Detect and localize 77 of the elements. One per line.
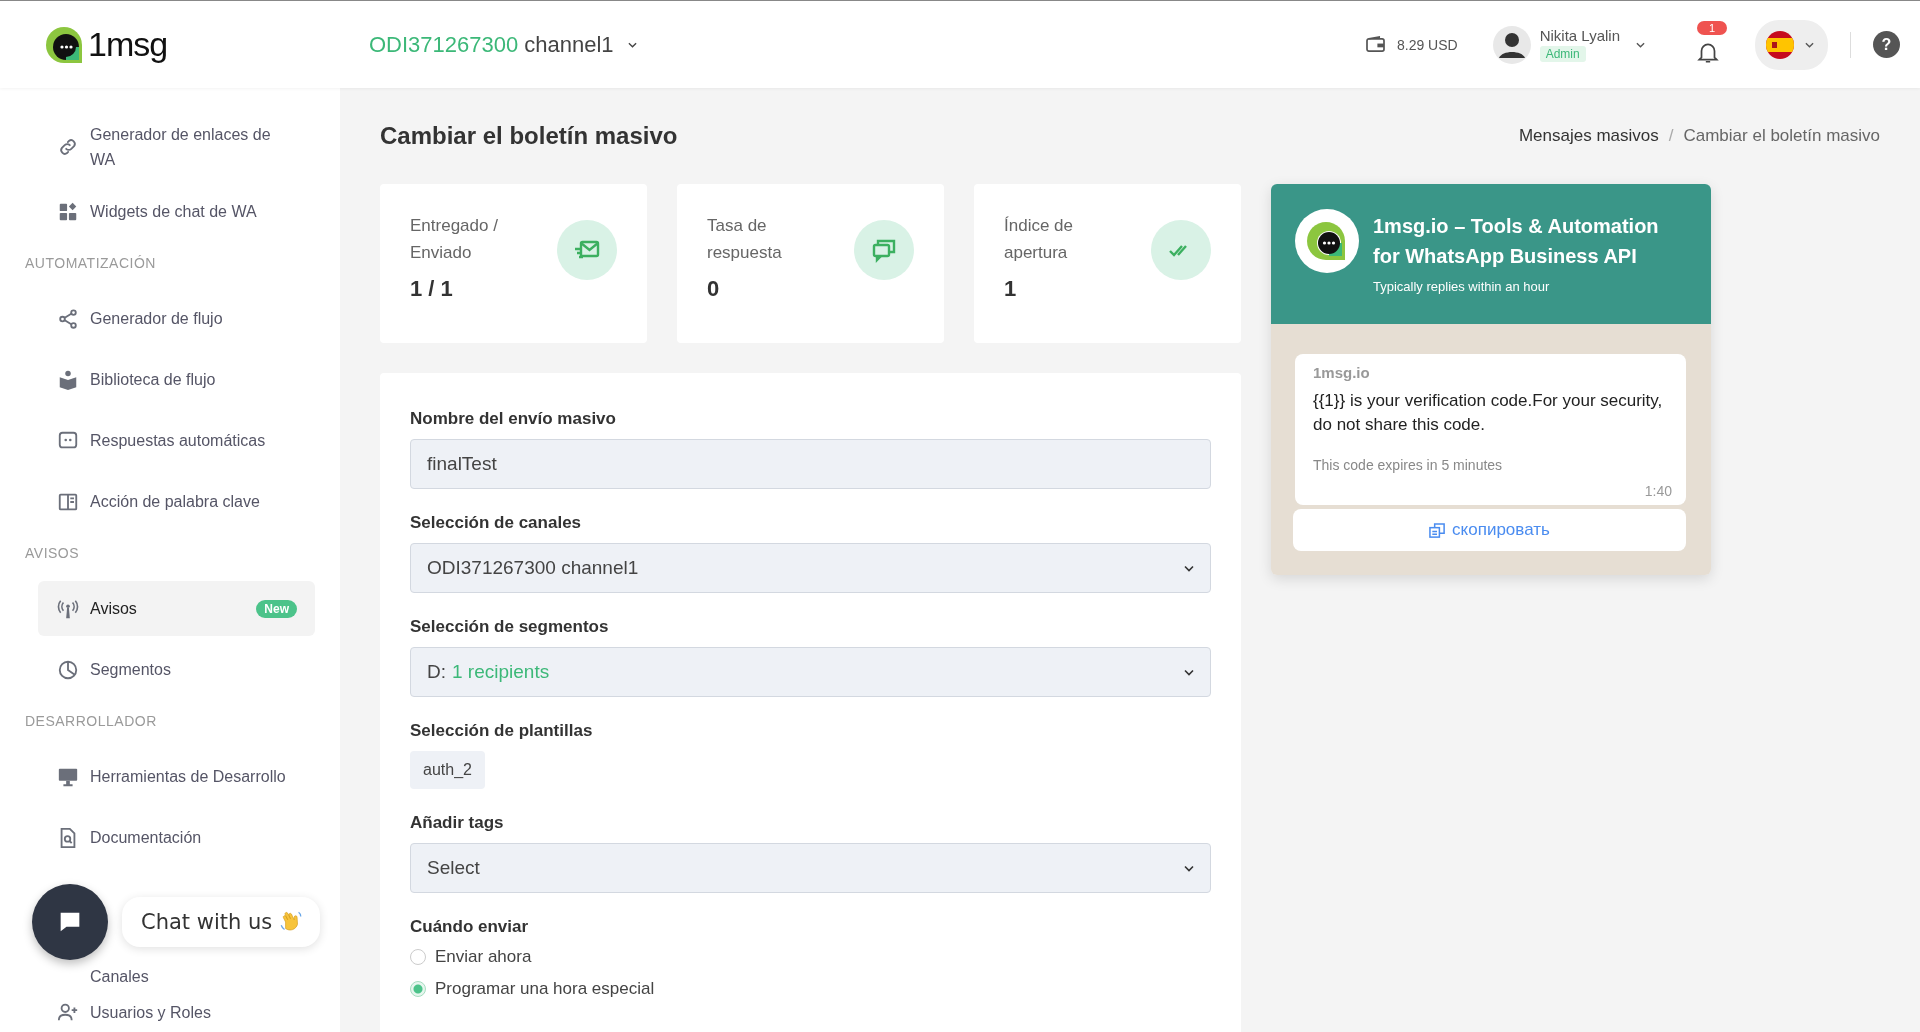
field-label: Nombre del envío masivo — [410, 409, 617, 429]
sidebar-item[interactable]: Usuarios y Roles — [38, 997, 315, 1027]
page-title: Cambiar el boletín masivo — [380, 122, 678, 150]
section-heading: AVISOS — [24, 544, 81, 563]
user-name[interactable]: Nikita Lyalin — [1539, 27, 1620, 44]
caret-icon[interactable] — [1636, 41, 1645, 48]
breadcrumb-item[interactable]: Mensajes masivos — [1518, 126, 1659, 146]
sidebar-item[interactable]: Herramientas de Desarrollo — [38, 749, 315, 804]
select-field[interactable]: D: 1 recipients — [410, 647, 1211, 697]
envelope-icon — [557, 220, 617, 280]
field-label: Cuándo enviar — [410, 917, 530, 937]
add-user-icon — [57, 1001, 79, 1023]
radio-button[interactable] — [410, 981, 426, 997]
stat-value: 0 — [707, 276, 721, 302]
sidebar-item[interactable]: Avisos New — [38, 581, 315, 636]
sidebar-item[interactable]: Documentación — [38, 810, 315, 865]
breadcrumb-separator: / — [1668, 126, 1674, 146]
stat-value: 1 — [1004, 276, 1018, 302]
preview-subtitle: Typically replies within an hour — [1373, 279, 1551, 294]
pie-chart-icon — [57, 658, 79, 681]
stat-label: Índice de apertura — [1004, 215, 1074, 264]
help-button[interactable]: ? — [1873, 31, 1900, 58]
wallet-icon — [1366, 36, 1385, 53]
message-text: {{1}} is your verification code.For your security, do not share this code. — [1313, 390, 1664, 436]
balance-text: 8.29 USD — [1397, 36, 1458, 53]
input-field[interactable]: finalTest — [410, 439, 1211, 489]
field-label: Selección de segmentos — [410, 617, 610, 637]
radio-label[interactable]: Enviar ahora — [435, 947, 532, 967]
sidebar-item[interactable]: Segmentos — [38, 642, 315, 697]
sidebar-item[interactable]: Biblioteca de flujo — [38, 352, 315, 407]
message-time: 1:40 — [1644, 483, 1672, 499]
select-field[interactable]: Select — [410, 843, 1211, 893]
sidebar-item[interactable]: Canales — [38, 961, 315, 991]
language-switcher[interactable] — [1755, 19, 1828, 70]
chevron-icon — [1184, 864, 1194, 872]
select-field[interactable]: ODI371267300 channel1 — [410, 543, 1211, 593]
section-heading: DESARROLLADOR — [24, 712, 158, 731]
chat-bubbles-icon — [854, 220, 914, 280]
new-badge: New — [256, 599, 297, 618]
stat-label: Entregado / Enviado — [410, 215, 499, 264]
stat-label: Tasa de respuesta — [707, 215, 783, 264]
channel-switcher[interactable]: ODI371267300 channel1 — [369, 31, 637, 58]
logo-icon — [1295, 209, 1359, 273]
message-footer: This code expires in 5 minutes — [1313, 457, 1672, 473]
caret-icon — [1805, 41, 1814, 48]
template-chip[interactable]: auth_2 — [410, 751, 485, 789]
sidebar-item[interactable]: Acción de palabra clave — [38, 474, 315, 529]
sidebar-item[interactable]: Respuestas automáticas — [38, 413, 315, 468]
radio-label[interactable]: Programar una hora especial — [435, 979, 655, 999]
section-heading: AUTOMATIZACIÓN — [24, 254, 157, 273]
link-icon — [57, 136, 79, 158]
double-check-icon — [1151, 220, 1211, 280]
copy-icon — [1429, 521, 1447, 539]
field-label: Selección de canales — [410, 513, 583, 533]
chat-launcher-button[interactable] — [32, 884, 108, 960]
chevron-icon — [1184, 668, 1194, 676]
sidebar-item[interactable]: Widgets de chat de WA — [38, 184, 315, 239]
flag-icon — [1765, 29, 1795, 60]
avatar-icon — [1491, 24, 1532, 65]
book-icon — [57, 368, 79, 391]
caret-icon — [627, 41, 637, 48]
logo-text: 1msg — [88, 25, 168, 64]
notification-count: 1 — [1697, 20, 1728, 35]
logo-icon — [44, 24, 84, 65]
grid-icon — [57, 200, 79, 223]
field-label: Selección de plantillas — [410, 721, 594, 741]
stat-value: 1 / 1 — [410, 276, 454, 302]
breadcrumb-item: Cambiar el boletín masivo — [1683, 126, 1880, 146]
chevron-icon — [1184, 564, 1194, 572]
share-icon — [57, 307, 79, 330]
preview-title: 1msg.io – Tools & Automation for WhatsApp Business API — [1373, 214, 1660, 269]
sidebar-item[interactable]: Generador de enlaces de WA — [38, 116, 315, 178]
field-label: Añadir tags — [410, 813, 505, 833]
sidebar-item[interactable]: Generador de flujo — [38, 291, 315, 346]
chat-with-us-button[interactable]: Chat with us — [122, 897, 321, 947]
role-badge: Admin — [1539, 46, 1586, 62]
message-sender: 1msg.io — [1313, 364, 1371, 381]
